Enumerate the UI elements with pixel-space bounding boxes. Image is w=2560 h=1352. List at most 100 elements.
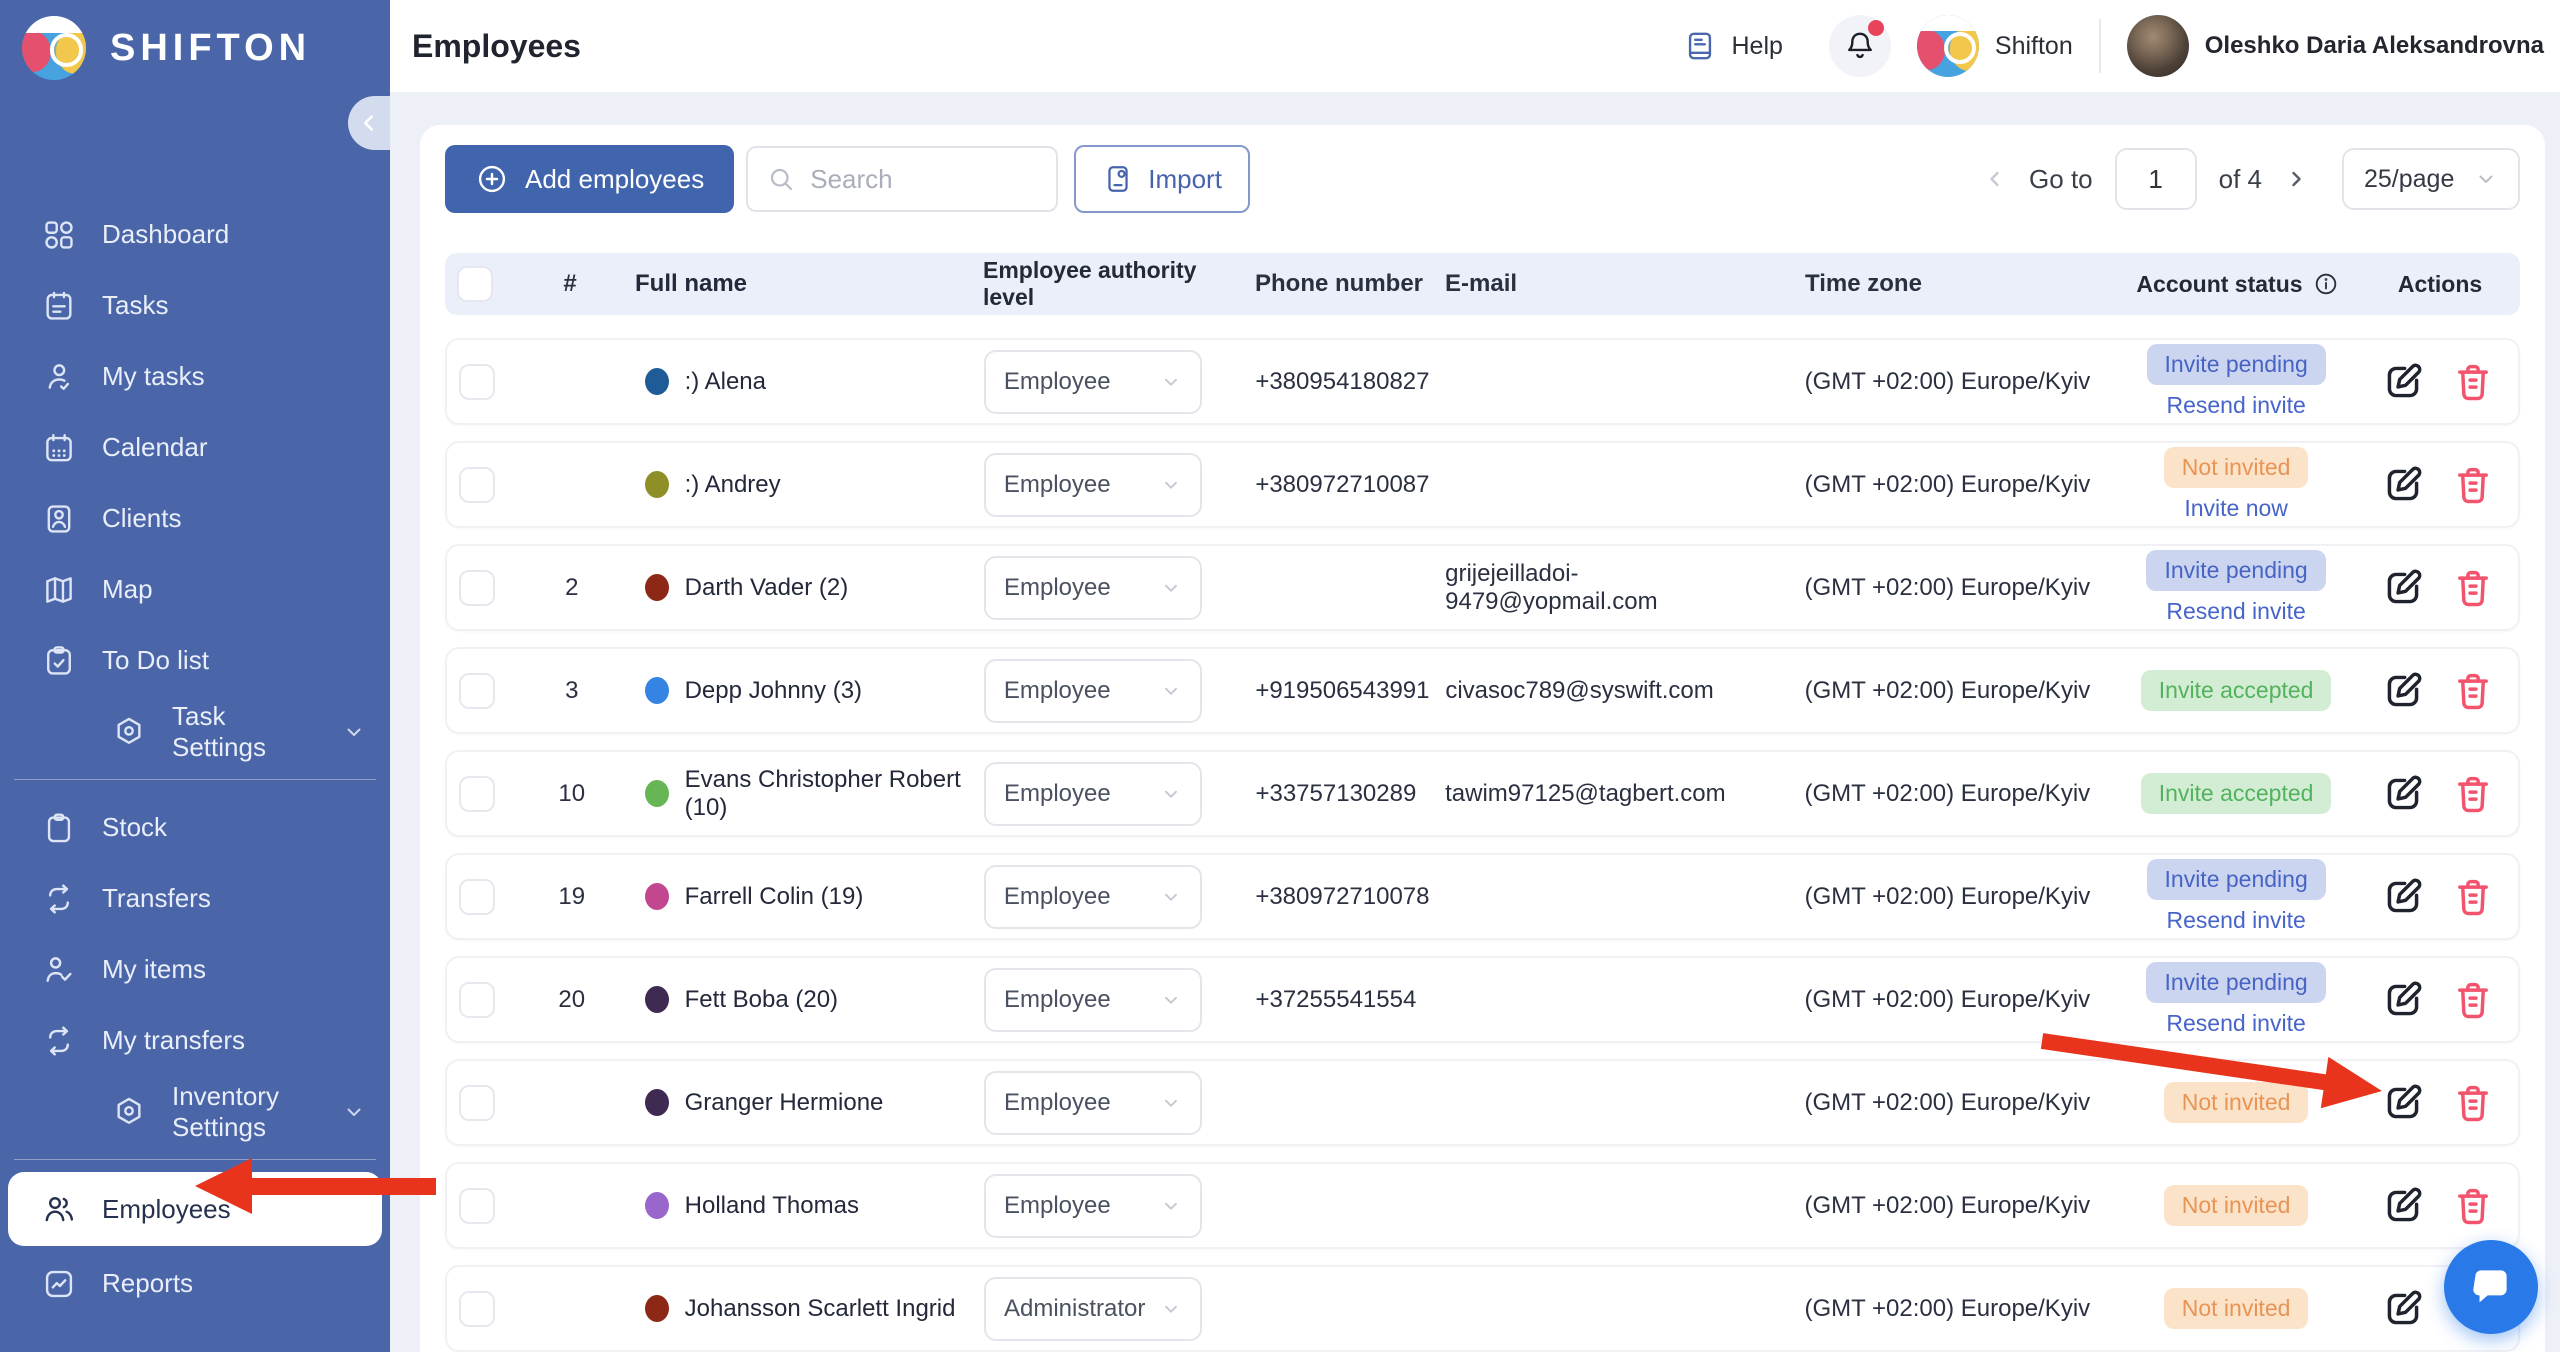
- delete-button[interactable]: [2451, 463, 2495, 507]
- status-action-link[interactable]: Resend invite: [2166, 907, 2305, 934]
- edit-button[interactable]: [2381, 566, 2425, 610]
- table-cell: [2358, 1061, 2518, 1144]
- delete-button[interactable]: [2451, 1184, 2495, 1228]
- table-header-cell: [445, 253, 505, 315]
- table-cell: Farrell Colin (19): [637, 855, 966, 938]
- delete-button[interactable]: [2451, 772, 2495, 816]
- authority-select[interactable]: Employee: [984, 453, 1202, 517]
- authority-select[interactable]: Administrator: [984, 1277, 1202, 1341]
- chat-widget-button[interactable]: [2444, 1240, 2538, 1334]
- delete-button[interactable]: [2451, 566, 2495, 610]
- row-checkbox[interactable]: [459, 982, 495, 1018]
- authority-select[interactable]: Employee: [984, 865, 1202, 929]
- sidebar-item-clients[interactable]: Clients: [0, 483, 390, 554]
- row-checkbox[interactable]: [459, 1085, 495, 1121]
- edit-button[interactable]: [2381, 360, 2425, 404]
- status-action-link[interactable]: Resend invite: [2166, 392, 2305, 419]
- sidebar: SHIFTON DashboardTasksMy tasksCalendarCl…: [0, 0, 390, 1352]
- row-checkbox[interactable]: [459, 673, 495, 709]
- delete-button[interactable]: [2451, 360, 2495, 404]
- company-menu[interactable]: Shifton: [1917, 15, 2073, 77]
- authority-value: Employee: [1004, 986, 1111, 1014]
- help-label: Help: [1731, 32, 1782, 61]
- authority-select[interactable]: Employee: [984, 1071, 1202, 1135]
- employee-name: Holland Thomas: [685, 1192, 859, 1220]
- select-all-checkbox[interactable]: [457, 266, 493, 302]
- sidebar-item-task-settings[interactable]: Task Settings: [0, 696, 390, 767]
- delete-button[interactable]: [2451, 875, 2495, 919]
- edit-button[interactable]: [2381, 1184, 2425, 1228]
- row-checkbox[interactable]: [459, 570, 495, 606]
- edit-button[interactable]: [2381, 1287, 2425, 1331]
- sidebar-item-my-items[interactable]: My items: [0, 934, 390, 1005]
- add-employees-button[interactable]: Add employees: [445, 145, 734, 213]
- delete-button[interactable]: [2451, 978, 2495, 1022]
- chevron-down-icon: [1160, 1195, 1182, 1217]
- status-badge: Not invited: [2164, 1185, 2309, 1226]
- edit-button[interactable]: [2381, 978, 2425, 1022]
- employee-timezone: (GMT +02:00) Europe/Kyiv: [1805, 883, 2091, 911]
- edit-button[interactable]: [2381, 772, 2425, 816]
- prev-page-icon[interactable]: [1983, 167, 2007, 191]
- column-header-account-status: Account status: [2115, 253, 2360, 315]
- sidebar-item-stock[interactable]: Stock: [0, 792, 390, 863]
- info-icon[interactable]: [2313, 271, 2339, 297]
- sidebar-collapse-button[interactable]: [348, 96, 390, 150]
- sidebar-item-transfers[interactable]: Transfers: [0, 863, 390, 934]
- table-cell: Fett Boba (20): [637, 958, 966, 1041]
- sidebar-item-to-do-list[interactable]: To Do list: [0, 625, 390, 696]
- per-page-select[interactable]: 25/page: [2342, 148, 2520, 210]
- table-cell: Depp Johnny (3): [637, 649, 966, 732]
- row-checkbox[interactable]: [459, 1188, 495, 1224]
- sidebar-item-tasks[interactable]: Tasks: [0, 270, 390, 341]
- row-checkbox[interactable]: [459, 1291, 495, 1327]
- sidebar-item-my-transfers[interactable]: My transfers: [0, 1005, 390, 1076]
- delete-button[interactable]: [2451, 669, 2495, 713]
- authority-select[interactable]: Employee: [984, 968, 1202, 1032]
- help-button[interactable]: Help: [1683, 29, 1782, 63]
- authority-select[interactable]: Employee: [984, 1174, 1202, 1238]
- sidebar-item-map[interactable]: Map: [0, 554, 390, 625]
- sidebar-item-calendar[interactable]: Calendar: [0, 412, 390, 483]
- sidebar-item-employees[interactable]: Employees: [8, 1172, 382, 1246]
- settings-icon: [112, 715, 146, 749]
- next-page-icon[interactable]: [2284, 167, 2308, 191]
- row-number: 3: [565, 677, 578, 705]
- status-action-link[interactable]: Resend invite: [2166, 1010, 2305, 1037]
- row-checkbox[interactable]: [459, 364, 495, 400]
- edit-button[interactable]: [2381, 463, 2425, 507]
- authority-select[interactable]: Employee: [984, 350, 1202, 414]
- sidebar-item-reports[interactable]: Reports: [0, 1248, 390, 1319]
- sidebar-nav: DashboardTasksMy tasksCalendarClientsMap…: [0, 199, 390, 1319]
- edit-button[interactable]: [2381, 669, 2425, 713]
- notifications-button[interactable]: [1829, 15, 1891, 77]
- page-input[interactable]: [2115, 148, 2197, 210]
- sidebar-item-my-tasks[interactable]: My tasks: [0, 341, 390, 412]
- row-checkbox[interactable]: [459, 467, 495, 503]
- search-box[interactable]: [746, 146, 1058, 212]
- delete-button[interactable]: [2451, 1081, 2495, 1125]
- search-input[interactable]: [810, 164, 1038, 195]
- edit-button[interactable]: [2381, 875, 2425, 919]
- user-menu[interactable]: Oleshko Daria Aleksandrovna: [2127, 15, 2544, 77]
- add-employees-label: Add employees: [525, 164, 704, 195]
- authority-select[interactable]: Employee: [984, 659, 1202, 723]
- chevron-down-icon: [1160, 886, 1182, 908]
- import-button[interactable]: Import: [1074, 145, 1250, 213]
- employee-timezone: (GMT +02:00) Europe/Kyiv: [1805, 471, 2091, 499]
- table-cell: :) Alena: [637, 340, 966, 423]
- table-cell: (GMT +02:00) Europe/Kyiv: [1764, 1061, 2113, 1144]
- row-checkbox[interactable]: [459, 879, 495, 915]
- edit-button[interactable]: [2381, 1081, 2425, 1125]
- table-cell: [447, 340, 507, 423]
- row-checkbox[interactable]: [459, 776, 495, 812]
- import-icon: [1102, 163, 1134, 195]
- status-badge: Invite accepted: [2141, 773, 2332, 814]
- sidebar-item-dashboard[interactable]: Dashboard: [0, 199, 390, 270]
- status-action-link[interactable]: Resend invite: [2166, 598, 2305, 625]
- authority-select[interactable]: Employee: [984, 762, 1202, 826]
- sidebar-item-inventory-settings[interactable]: Inventory Settings: [0, 1076, 390, 1147]
- status-action-link[interactable]: Invite now: [2184, 495, 2288, 522]
- table-cell: +380954180827: [1235, 340, 1425, 423]
- authority-select[interactable]: Employee: [984, 556, 1202, 620]
